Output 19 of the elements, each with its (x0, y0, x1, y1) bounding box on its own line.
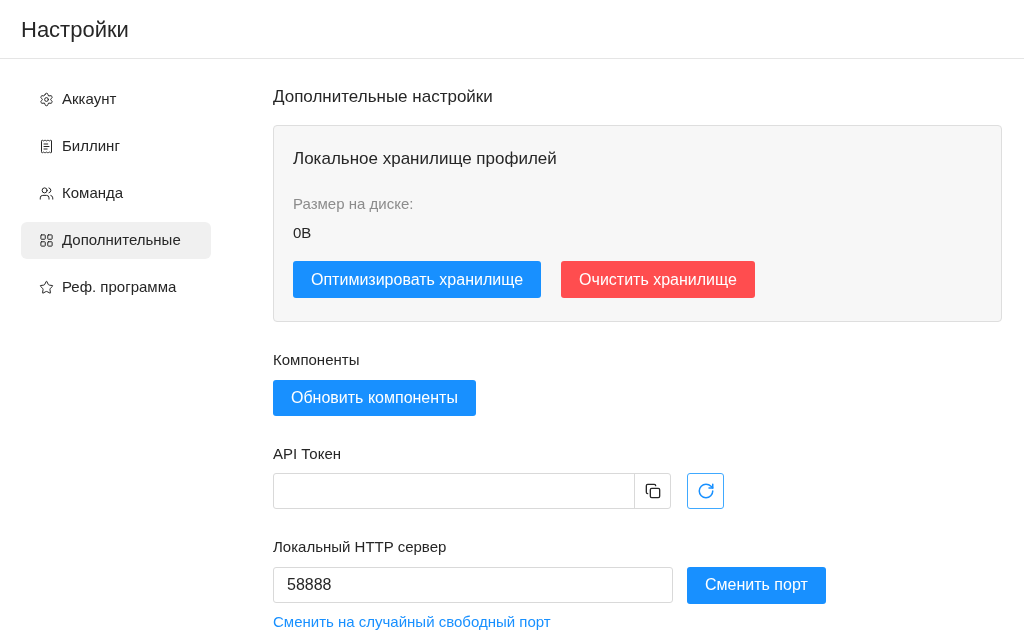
page-title: Настройки (21, 16, 129, 44)
port-field[interactable]: 58888 (273, 567, 673, 603)
card-title: Локальное хранилище профилей (293, 148, 557, 170)
sidebar-item[interactable]: Дополнительные (21, 222, 211, 259)
token-field[interactable] (273, 473, 671, 509)
http-label: Локальный HTTP сервер (273, 537, 447, 557)
section-title: Дополнительные настройки (273, 86, 493, 108)
receipt-icon (39, 139, 54, 154)
settings-icon (39, 92, 54, 107)
size-value: 0B (293, 222, 312, 243)
refresh-icon (696, 482, 715, 500)
token-label: API Токен (273, 443, 342, 464)
star-icon (39, 280, 54, 295)
refresh-button[interactable] (687, 473, 724, 509)
grid-icon (39, 233, 54, 248)
size-label: Размер на диске: (293, 194, 414, 214)
copy-icon (644, 483, 661, 499)
people-icon (39, 186, 54, 201)
components-label: Компоненты (273, 350, 360, 370)
